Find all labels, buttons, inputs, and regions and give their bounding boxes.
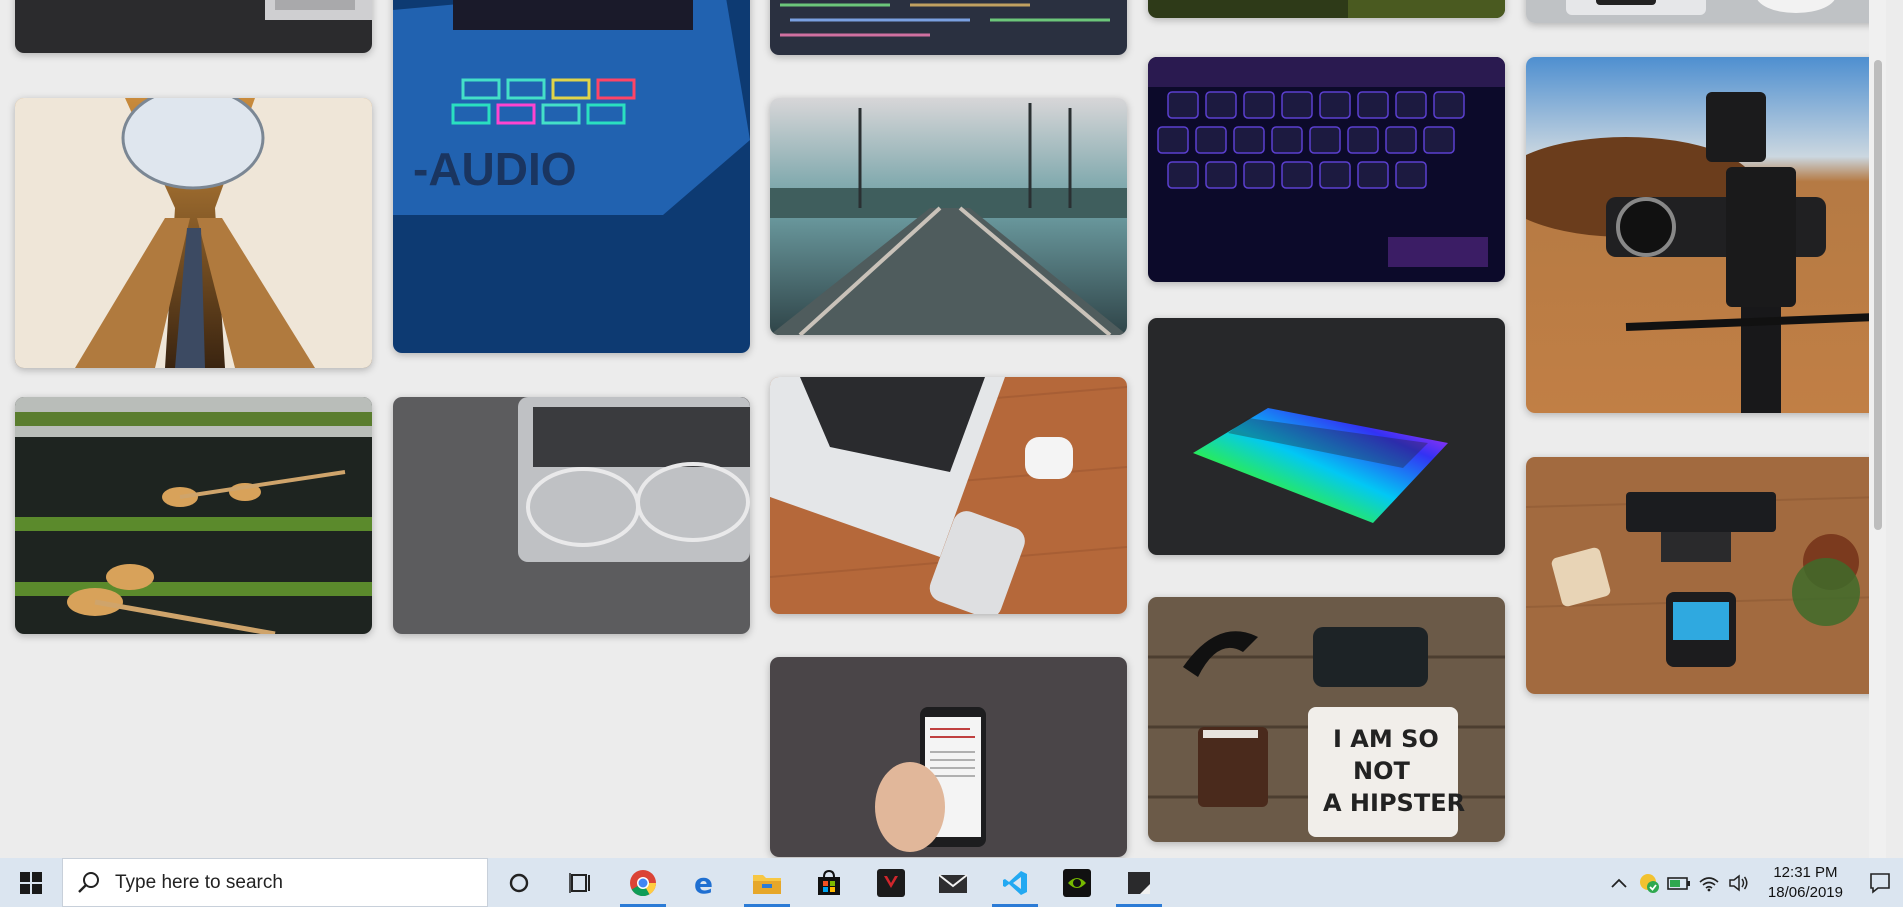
predator-icon [877,868,905,897]
taskbar-app-visual-studio-code[interactable] [984,858,1046,907]
tray-wifi[interactable] [1694,858,1724,907]
store-bag-icon [818,869,840,895]
taskbar-app-file-explorer[interactable] [736,858,798,907]
system-tray: 12:31 PM 18/06/2019 [1604,858,1903,907]
wifi-icon [1699,876,1719,891]
photo-rainbow-laptop-keyboard[interactable] [1148,318,1505,555]
photo-bamboo-water-fountain[interactable] [15,397,372,634]
photo-code-on-screen[interactable] [770,0,1127,55]
photo-i-am-so-not-a-hipster-flatlay[interactable]: I AM SO NOT A HIPSTER [1148,597,1505,842]
system-clock[interactable]: 12:31 PM 18/06/2019 [1754,863,1857,903]
chevron-up-icon [1611,878,1627,888]
battery-icon [1667,876,1690,890]
taskbar-app-sticky-notes[interactable] [1108,858,1170,907]
speaker-icon [1729,873,1748,892]
photo-laptop-airpods-iphone[interactable] [770,377,1127,614]
photo-payment-terminal[interactable] [1526,457,1883,694]
taskbar-app-nvidia[interactable] [1046,858,1108,907]
photo-railway-tracks[interactable] [770,98,1127,335]
photo-rgb-keyboard[interactable] [1148,57,1505,282]
show-hidden-icons-button[interactable] [1604,858,1634,907]
windows-logo-icon [20,871,42,894]
taskbar-app-chrome[interactable] [612,858,674,907]
tray-volume[interactable] [1724,858,1754,907]
scrollbar-thumb[interactable] [1874,60,1882,530]
vscode-icon [1003,870,1027,895]
action-center-button[interactable] [1857,858,1903,907]
vertical-scrollbar[interactable] [1869,0,1886,858]
photo-stylus-on-laptop[interactable] [15,0,372,53]
photo-escalators[interactable] [15,98,372,368]
photo-gallery: -AUDIO I AM SO NOT A HIPSTER [0,0,1886,858]
clock-date: 18/06/2019 [1767,883,1843,901]
photo-m-audio-pad-controller[interactable]: -AUDIO [393,0,750,353]
mail-icon [938,873,968,893]
task-view-icon [569,872,590,893]
taskbar-app-microsoft-store[interactable] [798,858,860,907]
taskbar-app-predator-sense[interactable] [860,858,922,907]
sticky-notes-icon [1128,871,1150,894]
task-view-button[interactable] [550,858,612,907]
tray-battery[interactable] [1664,858,1694,907]
svg-text:-AUDIO: -AUDIO [413,143,577,195]
edge-icon: e [694,869,713,897]
tray-sync-status[interactable] [1634,858,1664,907]
taskbar: e [0,858,1903,907]
clock-time: 12:31 PM [1773,863,1838,881]
sync-status-icon [1639,873,1659,893]
search-input[interactable] [113,870,477,895]
taskbar-search-box[interactable] [62,858,488,907]
photo-glasses-on-laptop[interactable] [393,397,750,634]
photo-hand-holding-phone[interactable] [770,657,1127,857]
notification-icon [1870,872,1890,894]
cortana-button[interactable] [488,858,550,907]
taskbar-app-mail[interactable] [922,858,984,907]
search-icon [78,871,99,893]
svg-text:e: e [694,869,713,897]
photo-cinema-camera-rig[interactable] [1526,57,1883,413]
photo-forest-top[interactable] [1148,0,1505,18]
photo-devices-top[interactable] [1526,0,1883,23]
svg-text:NOT: NOT [1353,757,1410,785]
folder-icon [753,874,781,894]
nvidia-icon [1063,868,1091,897]
start-button[interactable] [0,858,62,907]
chrome-icon [630,869,657,896]
svg-text:I AM SO: I AM SO [1333,725,1439,753]
taskbar-app-edge[interactable]: e [674,858,736,907]
cortana-icon [509,873,529,892]
svg-text:A HIPSTER: A HIPSTER [1323,789,1465,817]
